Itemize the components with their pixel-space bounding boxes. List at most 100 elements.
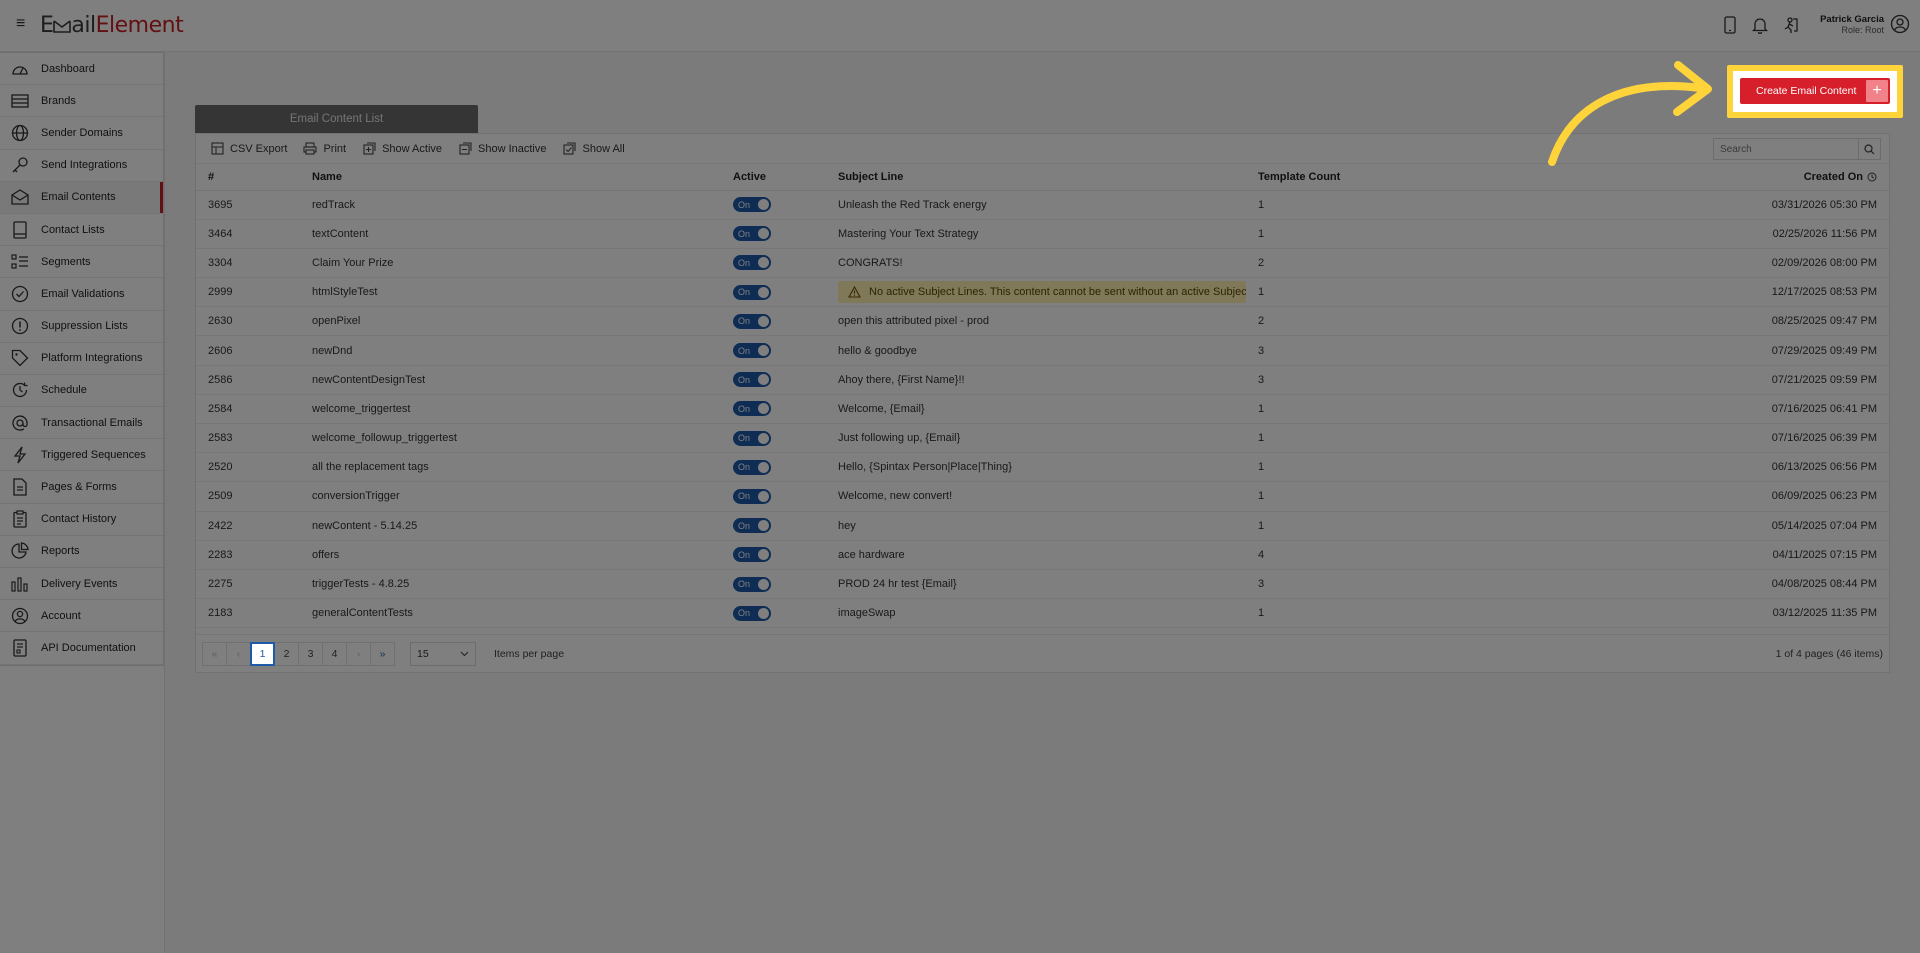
prev-page-button[interactable]: ‹ bbox=[226, 641, 251, 666]
logout-icon[interactable] bbox=[1780, 15, 1800, 35]
book-icon bbox=[10, 220, 30, 239]
show-inactive-button[interactable]: Show Inactive bbox=[458, 142, 547, 156]
column-header-id[interactable]: # bbox=[196, 164, 300, 191]
sidebar-item-triggered-sequences[interactable]: Triggered Sequences bbox=[0, 439, 163, 472]
active-toggle[interactable]: On bbox=[733, 459, 771, 475]
page-2-button[interactable]: 2 bbox=[274, 641, 299, 666]
create-email-content-button[interactable]: Create Email Content + bbox=[1740, 78, 1890, 104]
id-cell: 2520 bbox=[196, 452, 300, 483]
sidebar-item-contact-lists[interactable]: Contact Lists bbox=[0, 214, 163, 247]
table-row[interactable]: 2606 newDnd On hello & goodbye 3 07/29/2025 0… bbox=[196, 335, 1889, 366]
next-page-button[interactable]: › bbox=[346, 641, 371, 666]
user-avatar-icon[interactable] bbox=[1890, 14, 1910, 34]
active-toggle[interactable]: On bbox=[733, 284, 771, 300]
name-cell[interactable]: textContent bbox=[300, 219, 721, 249]
sidebar-item-brands[interactable]: Brands bbox=[0, 85, 163, 118]
name-cell[interactable]: newContent - 5.14.25 bbox=[300, 511, 721, 541]
last-page-button[interactable]: » bbox=[370, 641, 395, 666]
sidebar-item-email-validations[interactable]: Email Validations bbox=[0, 278, 163, 311]
name-cell[interactable]: offers bbox=[300, 540, 721, 570]
sidebar-item-segments[interactable]: Segments bbox=[0, 246, 163, 279]
bell-icon[interactable] bbox=[1750, 15, 1770, 35]
active-toggle[interactable]: On bbox=[733, 197, 771, 213]
sidebar-item-email-contents[interactable]: Email Contents bbox=[0, 181, 163, 214]
active-toggle[interactable]: On bbox=[733, 343, 771, 359]
table-row[interactable]: 2283 offers On ace hardware 4 04/11/2025 07:1… bbox=[196, 540, 1889, 570]
sidebar-item-suppression-lists[interactable]: Suppression Lists bbox=[0, 311, 163, 343]
active-toggle[interactable]: On bbox=[733, 576, 771, 592]
table-row[interactable]: 2183 generalContentTests On imageSwap 1 03/12… bbox=[196, 598, 1889, 629]
active-toggle[interactable]: On bbox=[733, 488, 771, 504]
sidebar-item-platform-integrations[interactable]: Platform Integrations bbox=[0, 343, 163, 375]
logo[interactable]: EailElement bbox=[40, 13, 184, 38]
mobile-icon[interactable] bbox=[1720, 15, 1740, 35]
active-cell: On bbox=[721, 598, 826, 629]
name-cell[interactable]: all the replacement tags bbox=[300, 452, 721, 483]
show-active-button[interactable]: Show Active bbox=[362, 142, 442, 156]
active-toggle[interactable]: On bbox=[733, 605, 771, 621]
table-row[interactable]: 2520 all the replacement tags On Hello, {Sp… bbox=[196, 452, 1889, 483]
name-cell[interactable]: htmlStyleTest bbox=[300, 277, 721, 308]
sidebar-item-schedule[interactable]: Schedule bbox=[0, 375, 163, 408]
sidebar-item-delivery-events[interactable]: Delivery Events bbox=[0, 568, 163, 601]
active-toggle[interactable]: On bbox=[733, 372, 771, 388]
sidebar-item-send-integrations[interactable]: Send Integrations bbox=[0, 150, 163, 182]
name-cell[interactable]: redTrack bbox=[300, 190, 721, 220]
sidebar-item-dashboard[interactable]: Dashboard bbox=[0, 53, 163, 86]
sidebar-item-contact-history[interactable]: Contact History bbox=[0, 504, 163, 536]
active-toggle[interactable]: On bbox=[733, 226, 771, 242]
show-inactive-label: Show Inactive bbox=[478, 142, 547, 155]
show-all-button[interactable]: Show All bbox=[563, 142, 625, 156]
column-header-subject[interactable]: Subject Line bbox=[826, 164, 1246, 191]
csv-export-button[interactable]: CSV Export bbox=[210, 142, 287, 156]
name-cell[interactable]: conversionTrigger bbox=[300, 481, 721, 512]
name-cell[interactable]: triggerTests - 4.8.25 bbox=[300, 569, 721, 600]
page-1-button[interactable]: 1 bbox=[250, 641, 275, 666]
name-cell[interactable]: generalContentTests bbox=[300, 598, 721, 629]
table-row[interactable]: 2999 htmlStyleTest On No active Subject Lin… bbox=[196, 277, 1889, 308]
name-cell[interactable]: newContentDesignTest bbox=[300, 365, 721, 395]
sidebar-item-transactional-emails[interactable]: Transactional Emails bbox=[0, 407, 163, 440]
sidebar-item-sender-domains[interactable]: Sender Domains bbox=[0, 117, 163, 150]
email-content-grid: CSV Export Print Show Active Show Inacti… bbox=[195, 133, 1890, 673]
sidebar-item-reports[interactable]: Reports bbox=[0, 536, 163, 568]
page-4-button[interactable]: 4 bbox=[322, 641, 347, 666]
active-toggle[interactable]: On bbox=[733, 313, 771, 329]
table-row[interactable]: 2583 welcome_followup_triggertest On Just f… bbox=[196, 423, 1889, 454]
search-button[interactable] bbox=[1858, 139, 1880, 159]
table-row[interactable]: 3464 textContent On Mastering Your Text Str… bbox=[196, 219, 1889, 249]
column-header-active[interactable]: Active bbox=[721, 164, 826, 191]
active-toggle[interactable]: On bbox=[733, 255, 771, 271]
first-page-button[interactable]: « bbox=[202, 641, 227, 666]
sidebar-item-account[interactable]: Account bbox=[0, 600, 163, 633]
sidebar-item-api-documentation[interactable]: API Documentation bbox=[0, 632, 163, 665]
table-row[interactable]: 3304 Claim Your Prize On CONGRATS! 2 02/09/20… bbox=[196, 248, 1889, 279]
active-toggle[interactable]: On bbox=[733, 401, 771, 417]
name-cell[interactable]: welcome_triggertest bbox=[300, 394, 721, 425]
column-header-name[interactable]: Name bbox=[300, 164, 721, 191]
active-toggle[interactable]: On bbox=[733, 430, 771, 446]
name-cell[interactable]: newDnd bbox=[300, 335, 721, 366]
name-cell[interactable]: welcome_followup_triggertest bbox=[300, 423, 721, 454]
table-row[interactable]: 2275 triggerTests - 4.8.25 On PROD 24 hr te… bbox=[196, 569, 1889, 600]
table-row[interactable]: 3695 redTrack On Unleash the Red Track ener… bbox=[196, 190, 1889, 220]
sidebar-item-pages-forms[interactable]: Pages & Forms bbox=[0, 471, 163, 504]
table-row[interactable]: 2422 newContent - 5.14.25 On hey 1 05/14/2025… bbox=[196, 511, 1889, 541]
tab-email-content-list[interactable]: Email Content List bbox=[195, 105, 478, 133]
column-header-template-count[interactable]: Template Count bbox=[1246, 164, 1546, 191]
table-row[interactable]: 2586 newContentDesignTest On Ahoy there, {F… bbox=[196, 365, 1889, 395]
name-cell[interactable]: Claim Your Prize bbox=[300, 248, 721, 279]
search-input[interactable] bbox=[1714, 139, 1858, 159]
print-button[interactable]: Print bbox=[303, 142, 346, 156]
page-3-button[interactable]: 3 bbox=[298, 641, 323, 666]
active-toggle[interactable]: On bbox=[733, 547, 771, 563]
hamburger-menu-icon[interactable]: ≡ bbox=[16, 16, 32, 32]
table-row[interactable]: 2630 openPixel On open this attributed pixe… bbox=[196, 306, 1889, 337]
table-row[interactable]: 2584 welcome_triggertest On Welcome, {Email… bbox=[196, 394, 1889, 425]
name-cell[interactable]: openPixel bbox=[300, 306, 721, 337]
active-toggle[interactable]: On bbox=[733, 518, 771, 534]
items-per-page-select[interactable]: 15 bbox=[410, 641, 476, 666]
table-row[interactable]: 2509 conversionTrigger On Welcome, new conv… bbox=[196, 481, 1889, 512]
user-info[interactable]: Patrick Garcia Role: Root bbox=[1820, 14, 1884, 36]
template-count-cell: 1 bbox=[1246, 481, 1546, 512]
